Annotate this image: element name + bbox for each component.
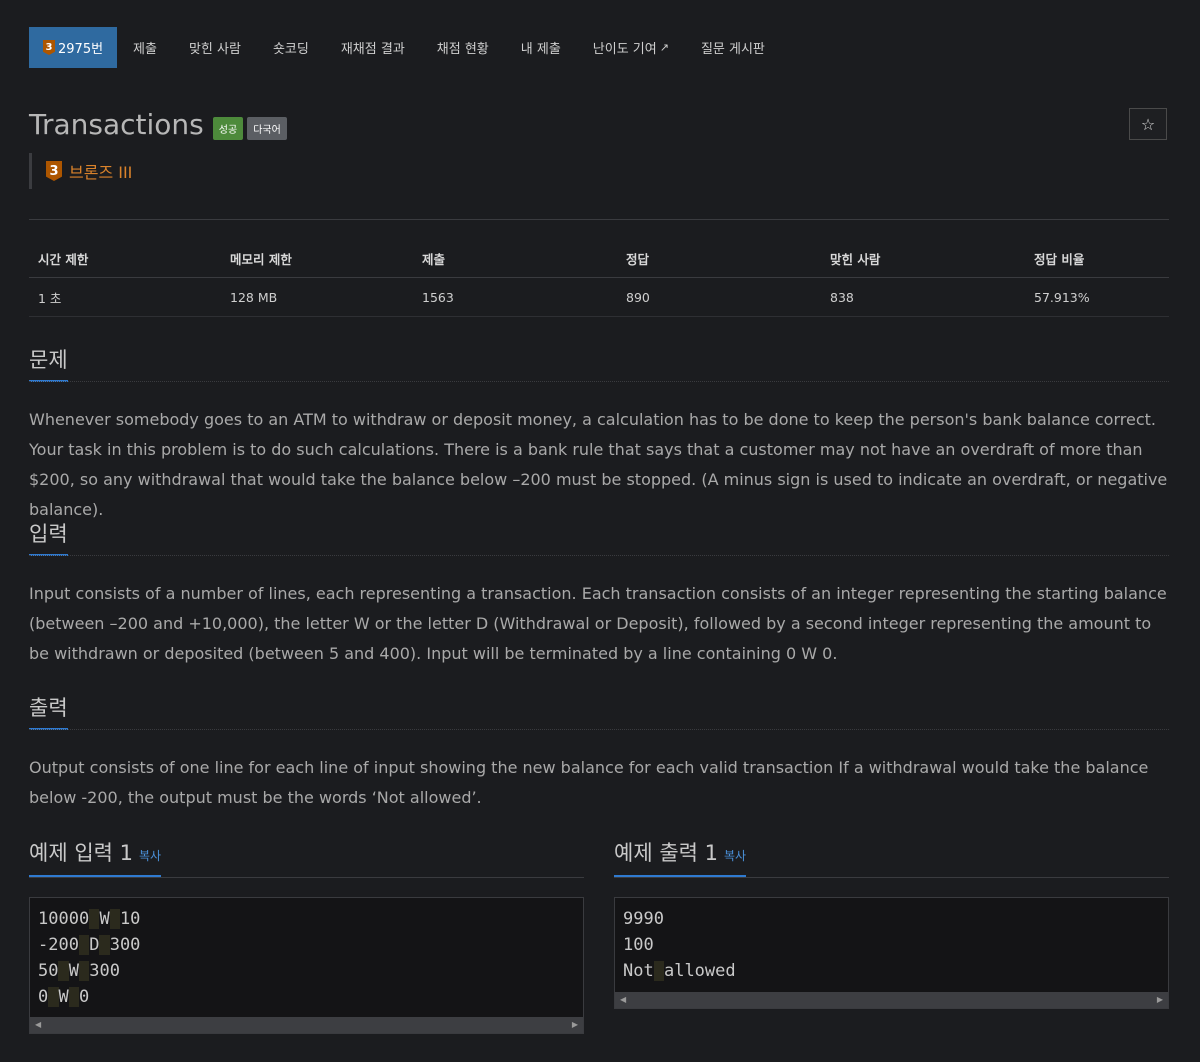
scroll-right-icon[interactable]: ▶ bbox=[572, 1020, 578, 1029]
sample-output-heading: 예제 출력 1 복사 bbox=[614, 837, 747, 877]
section-divider bbox=[29, 555, 1169, 556]
output-description: Output consists of one line for each lin… bbox=[29, 758, 1149, 807]
horizontal-scrollbar[interactable]: ◀ ▶ bbox=[615, 992, 1168, 1008]
code-line: 100 bbox=[623, 935, 654, 955]
section-divider bbox=[614, 877, 1169, 878]
bronze-tier-icon: 3 bbox=[46, 161, 62, 181]
multilang-badge: 다국어 bbox=[247, 117, 287, 140]
nav-difficulty-contribution[interactable]: 난이도 기여 ↗ bbox=[577, 27, 685, 68]
section-divider bbox=[29, 381, 1169, 382]
problem-description: Whenever somebody goes to an ATM to with… bbox=[29, 410, 1168, 519]
header-solved-users: 맞힌 사람 bbox=[821, 240, 1025, 278]
favorite-button[interactable]: ☆ bbox=[1129, 108, 1167, 140]
bronze-tier-icon: 3 bbox=[43, 40, 55, 55]
header-memory-limit: 메모리 제한 bbox=[221, 240, 413, 278]
nav-short-coding[interactable]: 숏코딩 bbox=[257, 27, 325, 68]
copy-input-button[interactable]: 복사 bbox=[139, 849, 161, 863]
horizontal-scrollbar[interactable]: ◀ ▶ bbox=[30, 1017, 583, 1033]
sample-input-heading: 예제 입력 1 복사 bbox=[29, 837, 162, 877]
scroll-left-icon[interactable]: ◀ bbox=[35, 1020, 41, 1029]
header-accepted: 정답 bbox=[617, 240, 821, 278]
accepted-value: 890 bbox=[617, 277, 821, 317]
nav-rejudge[interactable]: 재채점 결과 bbox=[325, 27, 421, 68]
tier-name[interactable]: 브론즈 III bbox=[69, 159, 132, 183]
section-divider bbox=[29, 729, 1169, 730]
nav-submit[interactable]: 제출 bbox=[117, 27, 173, 68]
code-line: 50 W 300 bbox=[38, 961, 120, 981]
sample-input-header: 예제 입력 1 복사 bbox=[29, 837, 584, 878]
code-line: Not allowed bbox=[623, 961, 736, 981]
input-section-header: 입력 bbox=[29, 518, 1169, 556]
problem-info-table: 시간 제한 메모리 제한 제출 정답 맞힌 사람 정답 비율 1 초 128 M… bbox=[29, 240, 1169, 317]
code-line: 9990 bbox=[623, 909, 664, 929]
star-icon: ☆ bbox=[1140, 114, 1156, 134]
external-link-icon: ↗ bbox=[659, 41, 669, 54]
code-line: 10000 W 10 bbox=[38, 909, 141, 929]
input-heading: 입력 bbox=[29, 518, 68, 556]
nav-problem-number-label: 2975번 bbox=[58, 42, 104, 57]
nav-solved-users[interactable]: 맞힌 사람 bbox=[173, 27, 257, 68]
sample-output-title: 예제 출력 1 bbox=[614, 841, 718, 865]
code-line: -200 D 300 bbox=[38, 935, 141, 955]
memory-limit-value: 128 MB bbox=[221, 277, 413, 317]
input-description: Input consists of a number of lines, eac… bbox=[29, 584, 1167, 663]
sample-input-code: 10000 W 10 -200 D 300 50 W 300 0 W 0 bbox=[30, 898, 583, 1010]
sample-output-header: 예제 출력 1 복사 bbox=[614, 837, 1169, 878]
accept-ratio-value: 57.913% bbox=[1025, 277, 1169, 317]
sample-input-box[interactable]: 10000 W 10 -200 D 300 50 W 300 0 W 0 ◀ ▶ bbox=[29, 897, 584, 1034]
problem-section-header: 문제 bbox=[29, 344, 1169, 382]
nav-my-submissions[interactable]: 내 제출 bbox=[505, 27, 577, 68]
copy-output-button[interactable]: 복사 bbox=[724, 849, 746, 863]
nav-problem-number[interactable]: 3 2975번 bbox=[29, 27, 118, 68]
page-title: Transactions bbox=[29, 108, 204, 141]
scroll-left-icon[interactable]: ◀ bbox=[620, 995, 626, 1004]
sample-output-code: 9990 100 Not allowed bbox=[615, 898, 1168, 984]
submissions-value: 1563 bbox=[413, 277, 617, 317]
header-time-limit: 시간 제한 bbox=[29, 240, 221, 278]
table-header-row: 시간 제한 메모리 제한 제출 정답 맞힌 사람 정답 비율 bbox=[29, 240, 1169, 278]
table-row: 1 초 128 MB 1563 890 838 57.913% bbox=[29, 277, 1169, 317]
problem-title-row: Transactions 성공 다국어 bbox=[29, 108, 287, 141]
divider bbox=[29, 219, 1169, 220]
solved-users-value: 838 bbox=[821, 277, 1025, 317]
header-accept-ratio: 정답 비율 bbox=[1025, 240, 1169, 278]
problem-nav: 3 2975번 제출 맞힌 사람 숏코딩 재채점 결과 채점 현황 내 제출 난… bbox=[29, 27, 781, 68]
section-divider bbox=[29, 877, 584, 878]
header-submissions: 제출 bbox=[413, 240, 617, 278]
nav-difficulty-label: 난이도 기여 bbox=[592, 42, 657, 57]
tier-indicator: 3 브론즈 III bbox=[29, 153, 132, 189]
nav-qna-board[interactable]: 질문 게시판 bbox=[685, 27, 781, 68]
code-line: 0 W 0 bbox=[38, 987, 90, 1007]
output-section-header: 출력 bbox=[29, 692, 1169, 730]
output-heading: 출력 bbox=[29, 692, 68, 730]
problem-heading: 문제 bbox=[29, 344, 68, 382]
sample-input-title: 예제 입력 1 bbox=[29, 841, 133, 865]
nav-status[interactable]: 채점 현황 bbox=[421, 27, 505, 68]
time-limit-value: 1 초 bbox=[29, 277, 221, 317]
sample-output-box[interactable]: 9990 100 Not allowed ◀ ▶ bbox=[614, 897, 1169, 1009]
scroll-right-icon[interactable]: ▶ bbox=[1157, 995, 1163, 1004]
success-badge: 성공 bbox=[212, 117, 244, 140]
